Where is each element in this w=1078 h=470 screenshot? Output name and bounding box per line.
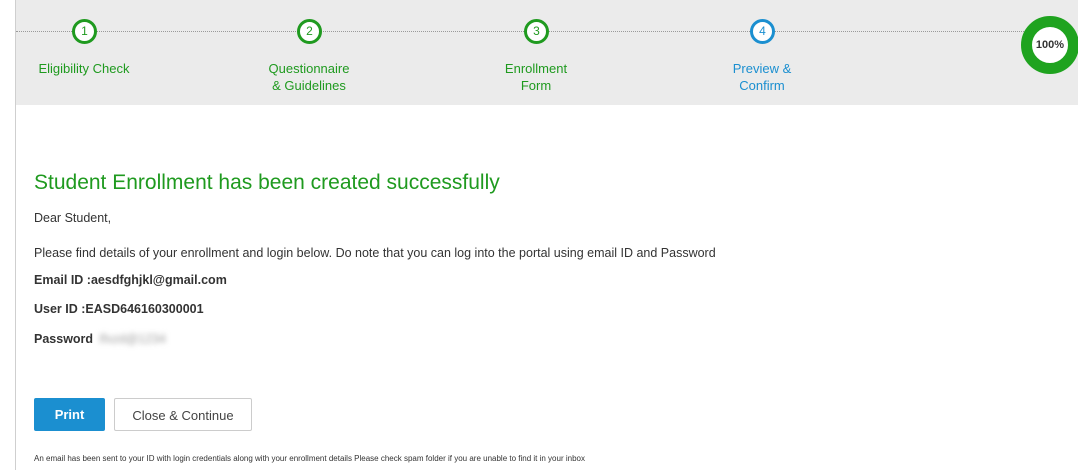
- userid-row: User ID :EASD646160300001: [34, 302, 204, 316]
- userid-label: User ID :: [34, 302, 86, 316]
- enrollment-panel: 1 Eligibility Check 2 Questionnaire & Gu…: [15, 0, 1078, 470]
- password-value: Ifxzd@1234: [99, 332, 166, 346]
- password-row: Password Ifxzd@1234: [34, 332, 166, 346]
- step-2-indicator: 2: [297, 19, 322, 44]
- close-continue-button[interactable]: Close & Continue: [114, 398, 252, 431]
- step-3-label: Enrollment Form: [456, 60, 616, 94]
- step-4-label-line2: Confirm: [739, 78, 785, 93]
- step-2-label-line1: Questionnaire: [268, 61, 350, 76]
- step-4-label-line1: Preview &: [732, 61, 792, 76]
- progress-stepper: 1 Eligibility Check 2 Questionnaire & Gu…: [16, 0, 1078, 105]
- email-row: Email ID :aesdfghjkl@gmail.com: [34, 273, 227, 287]
- step-1-label-line1: Eligibility Check: [38, 61, 130, 76]
- step-4-label: Preview & Confirm: [682, 60, 842, 94]
- email-notice: An email has been sent to your ID with l…: [34, 454, 585, 463]
- info-message: Please find details of your enrollment a…: [34, 246, 716, 260]
- progress-ring: 100%: [1021, 16, 1078, 74]
- step-4-indicator: 4: [750, 19, 775, 44]
- step-1-indicator: 1: [72, 19, 97, 44]
- step-2-label-line2: & Guidelines: [272, 78, 346, 93]
- email-value: aesdfghjkl@gmail.com: [90, 273, 227, 287]
- greeting-text: Dear Student,: [34, 211, 112, 225]
- print-button[interactable]: Print: [34, 398, 105, 431]
- step-1-label: Eligibility Check: [4, 60, 164, 77]
- step-2-label: Questionnaire & Guidelines: [229, 60, 389, 94]
- userid-value: EASD646160300001: [85, 302, 204, 316]
- password-label: Password: [34, 332, 94, 346]
- step-3-label-line2: Form: [520, 78, 552, 93]
- email-label: Email ID :: [34, 273, 91, 287]
- step-3-label-line1: Enrollment: [504, 61, 568, 76]
- success-title: Student Enrollment has been created succ…: [34, 171, 500, 194]
- step-3-indicator: 3: [524, 19, 549, 44]
